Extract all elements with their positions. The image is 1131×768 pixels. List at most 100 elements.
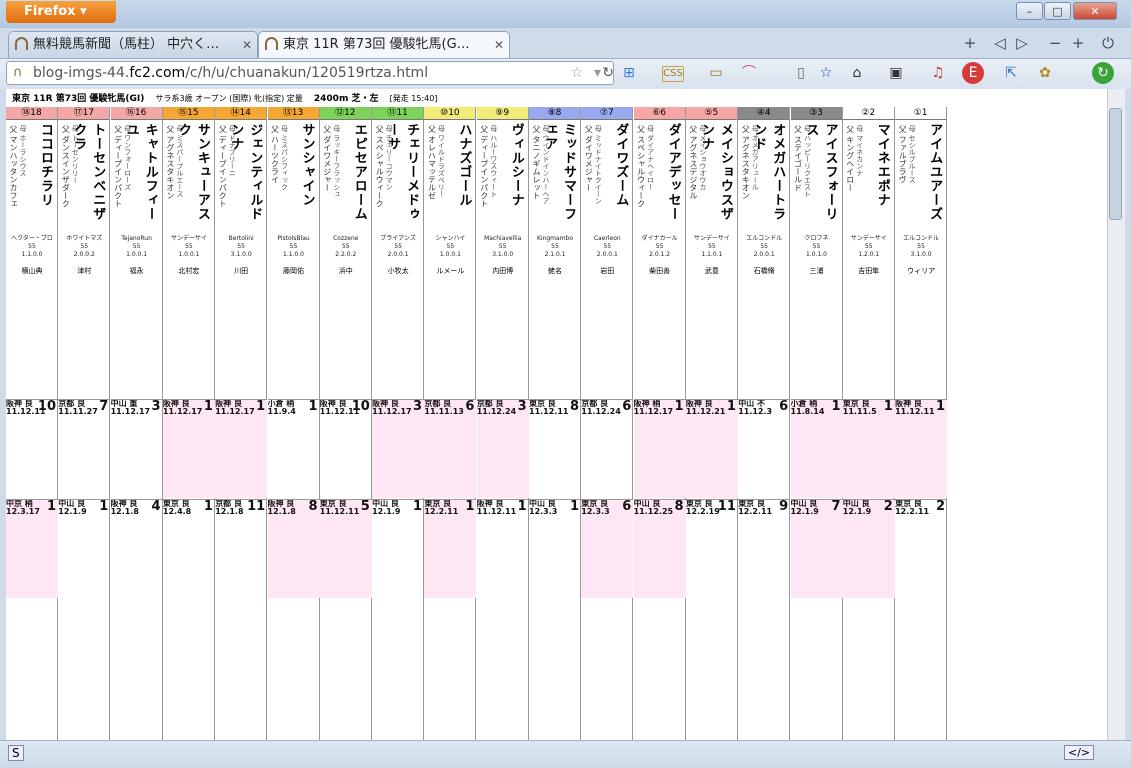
past-race-result: 11: [717, 499, 736, 514]
breeder-info: エルコンドル 55 3.1.0.0: [895, 235, 947, 259]
horse-name[interactable]: オメガハートランド: [749, 123, 787, 233]
weight: 55: [603, 243, 612, 250]
horse-entry: 父 アグネスタキオン母 ミスパープルエース サンキューアスク: [163, 121, 215, 233]
page-icon[interactable]: ▯: [790, 62, 812, 84]
past-race-1: 阪神 良 11.12.11 10: [6, 399, 58, 498]
horse-name[interactable]: ハナズゴール: [454, 123, 473, 207]
horse-column: ⑩10 父 オレハマッテルゼ母 ワイルドラズベリー ハナズゴール シャンハイ 55 1.0…: [424, 107, 477, 740]
record: 1.1.0.0: [21, 251, 43, 258]
past-race-1: 京都 良 11.12.24 3: [476, 399, 529, 498]
jockey: 三浦: [809, 267, 824, 275]
past-race-result: 11: [247, 499, 266, 514]
back-icon[interactable]: ◁: [990, 33, 1010, 53]
past-race-result: 8: [674, 499, 684, 514]
jockey: 石橋脩: [753, 267, 775, 275]
breeder: サンデーサイ: [170, 235, 207, 242]
rainbow-icon[interactable]: ⌒: [738, 62, 760, 84]
close-tab-icon[interactable]: ✕: [494, 32, 504, 58]
weight: 55: [760, 243, 768, 250]
past-race-1: 阪神 良 11.12.17 1: [215, 399, 268, 498]
horse-entry: 父 スペシャルウィーク母 チェリーコウマン チェリーメドゥーサ: [372, 121, 424, 233]
horse-name[interactable]: ダイワズーム: [611, 123, 630, 207]
site-identity-icon[interactable]: ∩: [13, 62, 23, 84]
reload-icon[interactable]: ↻: [602, 62, 614, 84]
horse-name[interactable]: トーセンベニザクラ: [69, 123, 107, 233]
past-race-result: 1: [465, 499, 475, 514]
past-race-result: 3: [151, 399, 161, 414]
past-race-1: 東京 良 11.11.5 1: [842, 399, 895, 498]
addon-icon[interactable]: ⊞: [618, 62, 640, 84]
home-icon[interactable]: ⌂: [846, 62, 868, 84]
past-race-result: 1: [203, 499, 213, 514]
past-race-result: 1: [517, 499, 527, 514]
ruler-icon[interactable]: ▭: [705, 62, 727, 84]
past-race-2: 東京 良 12.2.19 11: [685, 499, 738, 598]
bookmarks-star-icon[interactable]: ☆: [815, 62, 837, 84]
weight: 55: [917, 243, 925, 250]
horse-name[interactable]: ヴィルシーナ: [507, 123, 526, 207]
close-window-button[interactable]: ✕: [1073, 2, 1117, 20]
history-dropdown-icon[interactable]: ▾: [594, 62, 601, 84]
gate-number: ③3: [790, 107, 842, 120]
minimize-button[interactable]: –: [1016, 2, 1043, 20]
breeder-info: シャンハイ 55 1.0.0.1: [424, 235, 476, 259]
bookmark-star-icon[interactable]: ☆: [570, 62, 583, 84]
url-bar[interactable]: ∩ blog-imgs-44.fc2.com/c/h/u/chuanakun/1…: [6, 61, 614, 85]
css-icon[interactable]: CSS: [662, 66, 684, 82]
evernote-icon[interactable]: E: [962, 62, 984, 84]
horse-name[interactable]: マイネエポナ: [873, 123, 892, 207]
horse-name[interactable]: ミッドサマーフェア: [540, 123, 578, 233]
horse-name[interactable]: アイスフォーリス: [802, 123, 840, 233]
horse-column: ⑥6 父 スペシャルウィーク母 ダイアナヘイロー ダイアデッセー ダイナカール 55 2.…: [633, 107, 686, 740]
past-race-1: 京都 良 11.11.27 7: [58, 399, 111, 498]
horse-name[interactable]: サンシャイン: [298, 123, 317, 207]
past-race-1: 阪神 稍 11.12.17 1: [633, 399, 686, 498]
s-addon-icon[interactable]: S: [8, 745, 24, 761]
past-race-result: 6: [465, 399, 475, 414]
new-tab-icon[interactable]: +: [960, 33, 980, 53]
zoom-out-icon[interactable]: −: [1045, 33, 1065, 53]
firefox-menu-button[interactable]: Firefox ▾: [6, 1, 116, 23]
sync-icon[interactable]: ↻: [1092, 62, 1114, 84]
jockey: ウィリア: [907, 267, 936, 275]
horse-name[interactable]: ダイアデッセー: [664, 123, 683, 221]
power-icon[interactable]: ⏻: [1098, 33, 1118, 53]
horse-name[interactable]: サンキューアスク: [174, 123, 212, 233]
zoom-in-icon[interactable]: +: [1068, 33, 1088, 53]
horse-name[interactable]: チェリーメドゥーサ: [383, 123, 421, 233]
horse-name[interactable]: キャトルフィーユ: [122, 123, 160, 233]
gate-number: ⑭14: [215, 107, 267, 120]
tool-icon[interactable]: ♫: [927, 62, 949, 84]
breeder-info: Caerleon 55 2.0.0.1: [581, 235, 633, 259]
horse-name[interactable]: アイムユアーズ: [925, 123, 944, 221]
tab-muryo-keiba[interactable]: 無料競馬新聞（馬柱） 中穴く… ✕: [8, 31, 258, 58]
horse-entry: 父 ハーツクライ母 ミスパシフィック サンシャイン: [268, 121, 320, 233]
firebug-icon[interactable]: ✿: [1034, 62, 1056, 84]
horse-name[interactable]: メイショウスザンナ: [697, 123, 735, 233]
gate-number: ⑥6: [633, 107, 685, 120]
forward-icon[interactable]: ▷: [1012, 33, 1032, 53]
past-race-result: 1: [936, 399, 946, 414]
tab-tokyo-11r[interactable]: 東京 11R 第73回 優駿牝馬(G… ✕: [258, 31, 510, 58]
past-race-result: 5: [360, 499, 370, 514]
screenshot-icon[interactable]: ▣: [885, 62, 907, 84]
scrollbar-thumb[interactable]: [1109, 108, 1122, 220]
jockey: 津村: [77, 267, 92, 275]
close-tab-icon[interactable]: ✕: [242, 32, 252, 58]
dam-name: 母 ダイアナヘイロー: [646, 125, 655, 191]
jockey: 吉田隼: [858, 267, 880, 275]
record: 1.0.0.1: [126, 251, 148, 258]
select-element-icon[interactable]: ⇱: [1000, 62, 1022, 84]
horse-name[interactable]: ココロチラリ: [36, 123, 55, 207]
past-race-2: 東京 良 12.2.11 9: [738, 499, 791, 598]
maximize-button[interactable]: □: [1044, 2, 1071, 20]
horse-name[interactable]: ジェンティルドンナ: [226, 123, 264, 233]
gate-number: ⑩10: [424, 107, 476, 120]
breeder: PistolsBlau: [277, 235, 310, 242]
horse-name[interactable]: エピセアローム: [350, 123, 369, 221]
weight: 55: [864, 243, 873, 250]
past-race-result: 1: [203, 399, 213, 414]
source-code-icon[interactable]: </>: [1064, 745, 1095, 760]
record: 1.0.0.1: [178, 251, 200, 258]
breeder: エルコンドル: [903, 235, 940, 242]
